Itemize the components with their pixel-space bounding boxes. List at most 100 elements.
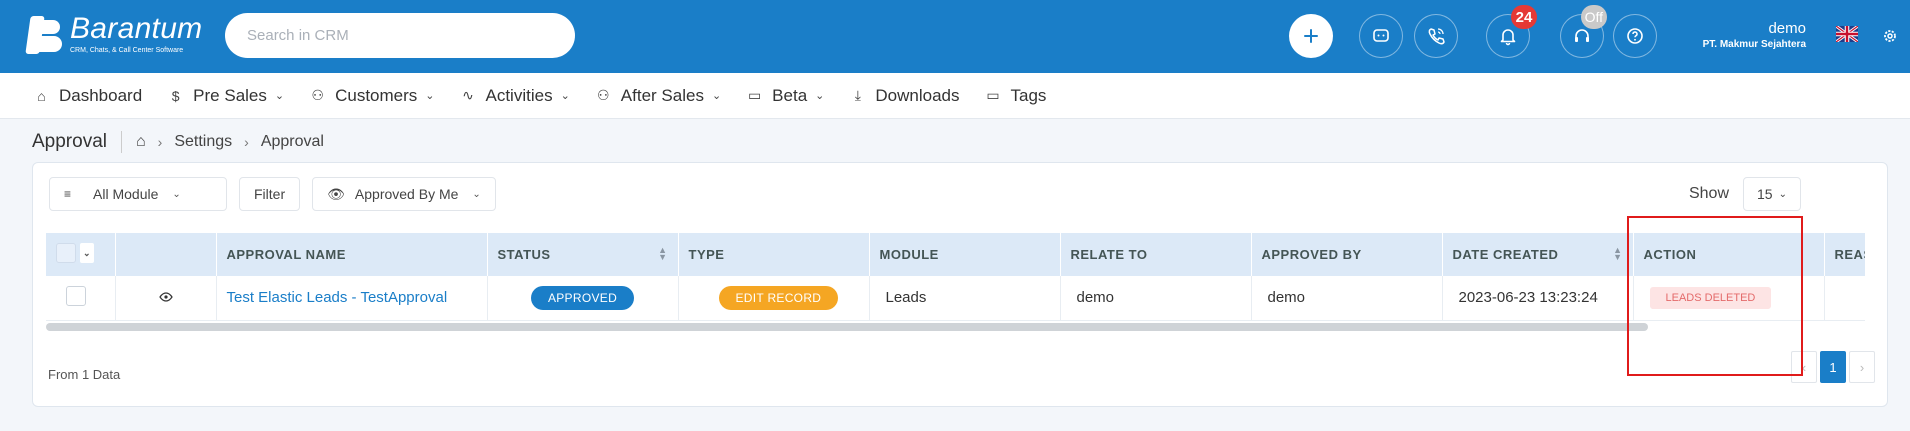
- status-badge: APPROVED: [530, 285, 635, 310]
- table-header-row: ⌄ APPROVAL NAME STATUS ▲ ▼ TYPE MODULE REL…: [46, 233, 1865, 276]
- select-all-header: ⌄: [46, 233, 116, 276]
- chevron-down-icon: ⌄: [711, 90, 722, 102]
- next-page-button[interactable]: ›: [1849, 351, 1875, 383]
- view-header: [115, 233, 217, 276]
- user-company: PT. Makmur Sejahtera: [1702, 39, 1806, 50]
- row-checkbox[interactable]: [66, 285, 86, 306]
- call-button[interactable]: [1414, 14, 1458, 58]
- top-bar: Barantum CRM, Chats, & Call Center Softw…: [0, 0, 1910, 73]
- chevron-down-icon: ⌄: [274, 90, 285, 102]
- column-date-created[interactable]: DATE CREATED ▲ ▼: [1442, 233, 1634, 276]
- column-reason: REASON: [1824, 233, 1865, 276]
- horizontal-scrollbar[interactable]: [46, 323, 1648, 331]
- help-icon: [1627, 28, 1643, 44]
- brand-tagline: CRM, Chats, & Call Center Software: [70, 47, 184, 54]
- approval-table: ⌄ APPROVAL NAME STATUS ▲ ▼ TYPE MODULE REL…: [46, 233, 1865, 321]
- folder-icon: ▭: [748, 87, 762, 103]
- phone-icon: [1428, 28, 1445, 45]
- nav-label: Dashboard: [59, 85, 143, 105]
- search-input[interactable]: [225, 13, 575, 58]
- eye-icon: 👁: [327, 185, 345, 202]
- column-type: TYPE: [678, 233, 870, 276]
- plus-icon: [1304, 29, 1318, 43]
- filter-lines-icon: ≡: [64, 187, 72, 201]
- approval-card: ≡ All Module ⌄ Filter 👁 Approved By Me ⌄…: [32, 162, 1888, 407]
- main-nav: ⌂ Dashboard $ Pre Sales ⌄ ⚇ Customers ⌄ …: [0, 73, 1910, 119]
- chevron-down-icon: ⌄: [425, 90, 435, 102]
- record-count: From 1 Data: [48, 367, 121, 382]
- nav-label: Pre Sales: [193, 85, 267, 105]
- select-all-checkbox[interactable]: [56, 243, 76, 263]
- chevron-down-icon: ⌄: [1778, 188, 1787, 200]
- breadcrumb-separator: ›: [157, 134, 163, 150]
- status-badge: Off: [1580, 5, 1607, 29]
- nav-activities[interactable]: ∿ Activities ⌄: [461, 86, 570, 106]
- notification-count-badge: 24: [1511, 5, 1537, 29]
- column-status[interactable]: STATUS ▲ ▼: [487, 233, 679, 276]
- column-approved-by: APPROVED BY: [1251, 233, 1443, 276]
- page-button[interactable]: 1: [1820, 351, 1846, 383]
- date-created-cell: 2023-06-23 13:23:24: [1442, 276, 1634, 321]
- notifications-button[interactable]: 24: [1486, 5, 1537, 58]
- pagination: ‹ 1 ›: [1791, 351, 1878, 383]
- row-select-cell: [46, 276, 116, 321]
- download-icon: ⤓: [854, 87, 861, 103]
- column-relate-to: RELATE TO: [1060, 233, 1252, 276]
- chevron-down-icon: ⌄: [472, 188, 481, 200]
- module-select[interactable]: ≡ All Module ⌄: [49, 177, 227, 211]
- chevron-down-icon: ⌄: [815, 90, 825, 102]
- page-size-control: Show 15 ⌄: [1689, 177, 1801, 211]
- approved-by-cell: demo: [1251, 276, 1443, 321]
- breadcrumb-settings[interactable]: Settings: [174, 133, 232, 151]
- filter-button[interactable]: Filter: [239, 177, 301, 211]
- bell-icon: [1500, 29, 1516, 46]
- folder-icon: ▭: [986, 87, 1000, 103]
- nav-customers[interactable]: ⚇ Customers ⌄: [310, 86, 434, 106]
- filter-row: ≡ All Module ⌄ Filter 👁 Approved By Me ⌄: [49, 177, 508, 211]
- module-select-value: All Module: [93, 186, 159, 202]
- brand-name: Barantum: [70, 12, 203, 45]
- annotation-highlight-box: [1627, 216, 1803, 376]
- nav-label: Downloads: [875, 85, 960, 105]
- type-badge: EDIT RECORD: [718, 285, 839, 310]
- eye-icon[interactable]: [158, 292, 173, 302]
- nav-beta[interactable]: ▭ Beta ⌄: [747, 86, 824, 106]
- help-button[interactable]: [1613, 14, 1657, 58]
- uk-flag-icon[interactable]: [1836, 26, 1858, 42]
- approved-by-select[interactable]: 👁 Approved By Me ⌄: [312, 177, 496, 211]
- home-icon: ⌂: [37, 87, 46, 104]
- table-row: Test Elastic Leads - TestApproval APPROV…: [46, 276, 1865, 321]
- nav-downloads[interactable]: ⤓ Downloads: [850, 85, 960, 106]
- home-icon[interactable]: ⌂: [136, 133, 146, 151]
- nav-pre-sales[interactable]: $ Pre Sales ⌄: [168, 86, 284, 106]
- call-center-status-button[interactable]: Off: [1560, 5, 1607, 58]
- approved-by-value: Approved By Me: [354, 186, 459, 202]
- nav-label: Beta: [772, 85, 808, 105]
- settings-gear-icon[interactable]: [1882, 28, 1898, 44]
- user-menu[interactable]: demo PT. Makmur Sejahtera: [1703, 20, 1806, 52]
- filter-button-label: Filter: [254, 186, 286, 202]
- nav-dashboard[interactable]: ⌂ Dashboard: [34, 86, 142, 106]
- nav-label: Activities: [485, 85, 553, 105]
- page-title: Approval: [32, 131, 122, 153]
- nav-tags[interactable]: ▭ Tags: [985, 86, 1046, 106]
- brand-logo[interactable]: Barantum CRM, Chats, & Call Center Softw…: [24, 14, 202, 56]
- relate-to-cell: demo: [1060, 276, 1252, 321]
- sort-icon[interactable]: ▲ ▼: [658, 246, 667, 262]
- headset-icon: [1575, 29, 1589, 42]
- module-cell: Leads: [869, 276, 1061, 321]
- chevron-down-icon: ⌄: [560, 90, 570, 102]
- column-approval-name: APPROVAL NAME: [216, 233, 488, 276]
- users-icon: ⚇: [311, 87, 324, 103]
- approval-name-cell: Test Elastic Leads - TestApproval: [216, 276, 488, 321]
- chevron-down-icon[interactable]: ⌄: [80, 243, 94, 263]
- chevron-down-icon: ⌄: [172, 188, 181, 200]
- page-size-select[interactable]: 15 ⌄: [1743, 177, 1801, 211]
- status-cell: APPROVED: [487, 276, 679, 321]
- add-button[interactable]: [1289, 14, 1333, 58]
- sort-icon[interactable]: ▲ ▼: [1613, 246, 1622, 262]
- approval-name-link[interactable]: Test Elastic Leads - TestApproval: [227, 289, 448, 306]
- chat-button[interactable]: [1359, 14, 1403, 58]
- nav-after-sales[interactable]: ⚇ After Sales ⌄: [596, 86, 721, 106]
- approval-table-container[interactable]: ⌄ APPROVAL NAME STATUS ▲ ▼ TYPE MODULE REL…: [46, 233, 1865, 325]
